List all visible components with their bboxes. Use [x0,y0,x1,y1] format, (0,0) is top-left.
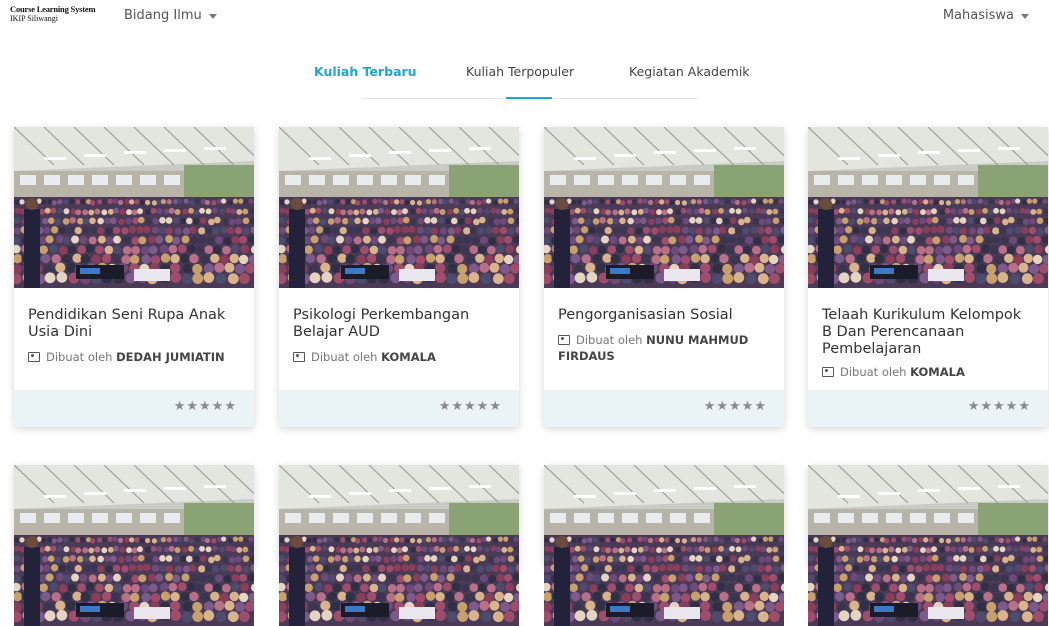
course-title[interactable]: Psikologi Perkembangan Belajar AUD [293,307,505,341]
star-rating: ★★★★★ [967,399,1031,414]
course-card[interactable] [544,465,784,626]
course-card-footer: ★★★★★ [14,390,254,427]
tab-kuliah-terbaru[interactable]: Kuliah Terbaru [314,64,417,79]
instructor-icon [293,352,305,362]
author-prefix: Dibuat oleh [46,350,113,364]
course-thumbnail[interactable] [808,465,1048,626]
course-thumbnail[interactable] [279,465,519,626]
course-card[interactable] [279,465,519,626]
course-title[interactable]: Pengorganisasian Sosial [558,307,770,324]
course-card[interactable] [14,465,254,626]
logo-line-2: IKIP Siliwangi [10,14,58,23]
course-author: Dibuat oleh DEDAH JUMIATIN [28,349,240,365]
course-card-footer: ★★★★★ [808,390,1048,427]
tab-kuliah-terpopuler[interactable]: Kuliah Terpopuler [466,64,574,79]
bidang-ilmu-label: Bidang Ilmu [124,8,202,23]
course-card-body: Pengorganisasian Sosial Dibuat oleh NUNU… [544,288,784,390]
author-name: DEDAH JUMIATIN [116,350,225,364]
course-card[interactable] [808,465,1048,626]
star-rating: ★★★★★ [703,399,767,414]
site-logo[interactable]: Course Learning System IKIP Siliwangi [10,4,96,24]
course-thumbnail[interactable] [279,127,519,288]
author-name: KOMALA [381,350,436,364]
course-card[interactable]: Pendidikan Seni Rupa Anak Usia Dini Dibu… [14,127,254,427]
course-card-body: Psikologi Perkembangan Belajar AUD Dibua… [279,288,519,390]
user-role-dropdown[interactable]: Mahasiswa [943,8,1029,23]
author-prefix: Dibuat oleh [840,365,907,379]
logo-line-1: Course Learning System [10,4,96,14]
author-name: KOMALA [910,365,965,379]
course-card-footer: ★★★★★ [279,390,519,427]
user-role-label: Mahasiswa [942,8,1014,23]
bidang-ilmu-dropdown[interactable]: Bidang Ilmu [124,8,217,23]
course-tabs: Kuliah Terbaru Kuliah Terpopuler Kegiata… [0,64,1049,104]
star-rating: ★★★★★ [173,399,237,414]
course-card-body: Telaah Kurikulum Kelompok B Dan Perencan… [808,288,1048,390]
course-thumbnail[interactable] [14,127,254,288]
course-author: Dibuat oleh KOMALA [293,349,505,365]
instructor-icon [822,367,834,377]
course-title[interactable]: Pendidikan Seni Rupa Anak Usia Dini [28,307,240,341]
tab-kegiatan-akademik[interactable]: Kegiatan Akademik [629,64,750,79]
course-card[interactable]: Telaah Kurikulum Kelompok B Dan Perencan… [808,127,1048,427]
course-title[interactable]: Telaah Kurikulum Kelompok B Dan Perencan… [822,307,1034,358]
course-author: Dibuat oleh KOMALA [822,364,1034,380]
instructor-icon [558,335,570,345]
course-thumbnail[interactable] [544,127,784,288]
caret-down-icon [208,13,217,19]
course-card-footer: ★★★★★ [544,390,784,427]
caret-down-icon [1021,13,1029,19]
course-author: Dibuat oleh NUNU MAHMUD FIRDAUS [558,332,770,364]
course-thumbnail[interactable] [808,127,1048,288]
course-thumbnail[interactable] [544,465,784,626]
author-prefix: Dibuat oleh [311,350,378,364]
course-card[interactable]: Psikologi Perkembangan Belajar AUD Dibua… [279,127,519,427]
instructor-icon [28,352,40,362]
course-thumbnail[interactable] [14,465,254,626]
author-prefix: Dibuat oleh [576,333,643,347]
course-card[interactable]: Pengorganisasian Sosial Dibuat oleh NUNU… [544,127,784,427]
top-navbar: Course Learning System IKIP Siliwangi Bi… [0,0,1049,34]
course-card-body: Pendidikan Seni Rupa Anak Usia Dini Dibu… [14,288,254,390]
active-tab-indicator [506,97,552,99]
star-rating: ★★★★★ [438,399,502,414]
